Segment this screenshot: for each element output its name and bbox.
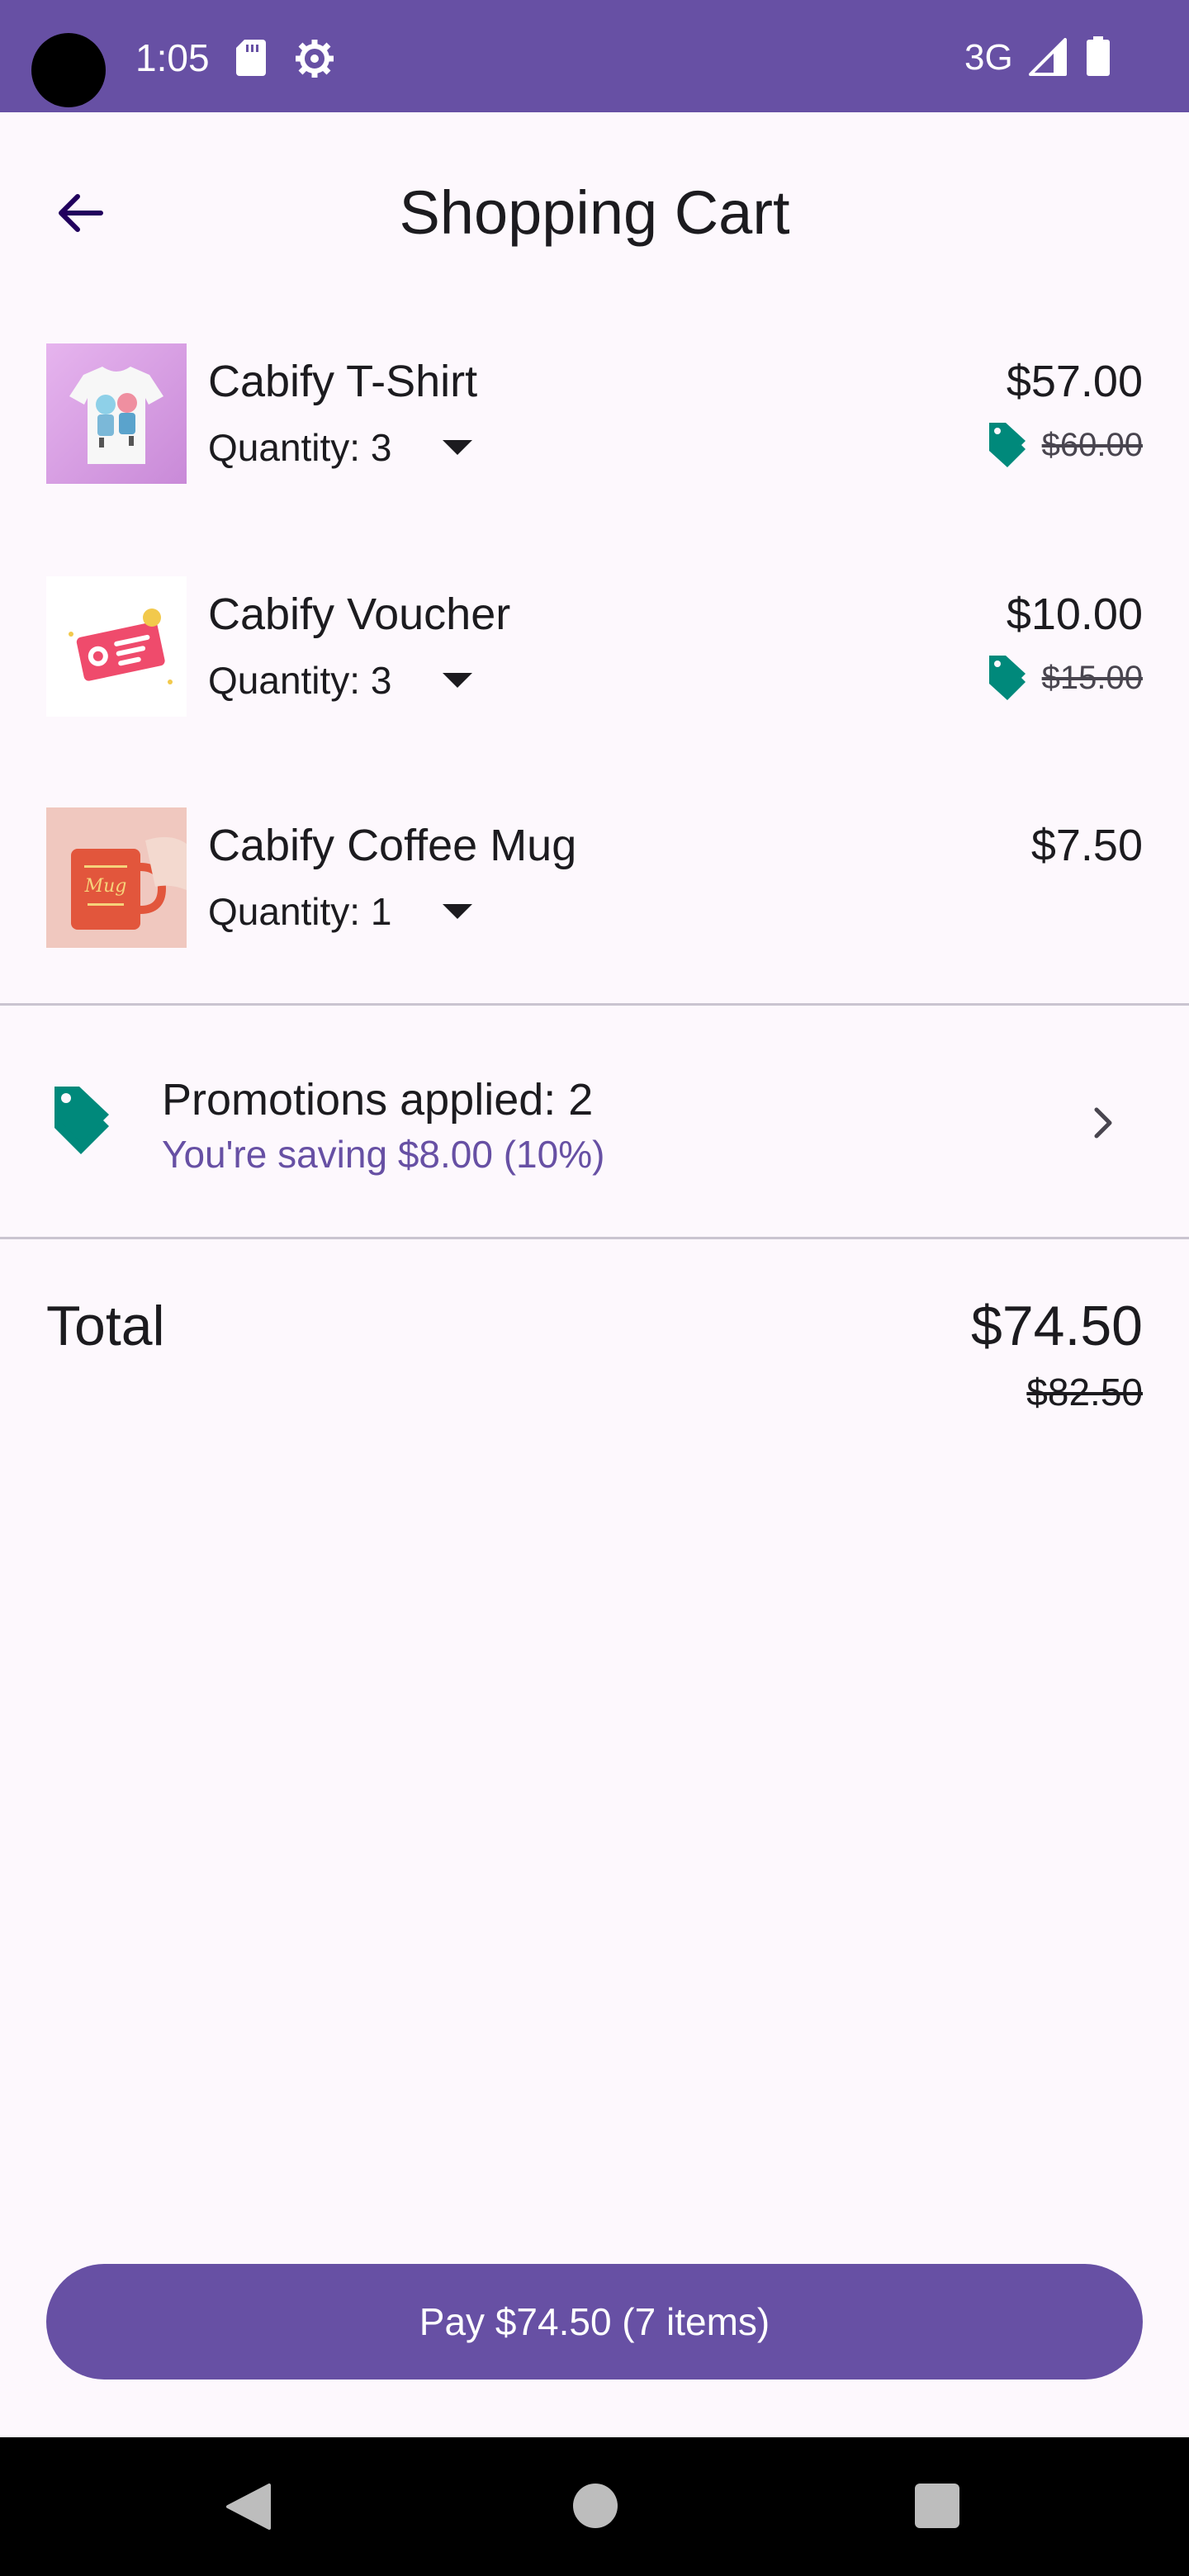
cart-item: Cabify Voucher Quantity: 3 $10.00 $15.00 — [0, 576, 1189, 725]
quantity-dropdown[interactable]: Quantity: 1 — [208, 883, 522, 940]
nav-recents-icon[interactable] — [915, 2484, 959, 2528]
mug-image: Mug — [46, 807, 187, 948]
promotions-savings: You're saving $8.00 (10%) — [162, 1133, 605, 1176]
status-bar: 1:05 3G — [0, 0, 1189, 112]
nav-home-icon[interactable] — [573, 2484, 618, 2528]
total-original-value: $82.50 — [1026, 1371, 1143, 1413]
item-discount: $60.00 — [986, 416, 1143, 474]
network-type: 3G — [964, 37, 1013, 78]
dropdown-arrow-icon — [443, 440, 473, 455]
settings-icon — [296, 40, 334, 78]
signal-icon — [1029, 38, 1067, 76]
tshirt-image — [46, 343, 187, 484]
quantity-label: Quantity: 3 — [208, 659, 392, 702]
page-title: Shopping Cart — [399, 178, 790, 247]
dropdown-arrow-icon — [443, 673, 473, 688]
item-price: $7.50 — [1030, 821, 1143, 870]
back-button[interactable] — [33, 165, 129, 261]
cart-item: Mug Cabify Coffee Mug Quantity: 1 $7.50 — [0, 807, 1189, 956]
system-nav-bar — [0, 2437, 1189, 2576]
item-name: Cabify T-Shirt — [208, 357, 478, 406]
camera-cutout — [31, 33, 106, 107]
status-time: 1:05 — [135, 36, 210, 79]
promotions-title: Promotions applied: 2 — [162, 1075, 594, 1125]
pay-button[interactable]: Pay $74.50 (7 items) — [46, 2264, 1143, 2379]
item-price: $57.00 — [1006, 357, 1143, 406]
svg-text:Mug: Mug — [84, 876, 127, 897]
dropdown-arrow-icon — [443, 904, 473, 919]
divider — [0, 1237, 1189, 1239]
cart-item: Cabify T-Shirt Quantity: 3 $57.00 $60.00 — [0, 343, 1189, 492]
quantity-label: Quantity: 1 — [208, 890, 392, 933]
nav-back-icon[interactable] — [225, 2482, 271, 2531]
tag-icon — [988, 656, 1026, 700]
total-value: $74.50 — [971, 1295, 1143, 1357]
chevron-right-icon — [1094, 1107, 1112, 1139]
item-name: Cabify Coffee Mug — [208, 821, 577, 870]
total-label: Total — [46, 1295, 165, 1357]
voucher-image — [46, 576, 187, 717]
item-price: $10.00 — [1006, 590, 1143, 639]
promotions-row[interactable]: Promotions applied: 2 You're saving $8.0… — [0, 1006, 1189, 1237]
item-name: Cabify Voucher — [208, 590, 511, 639]
sd-card-icon — [236, 40, 266, 76]
item-original-price: $60.00 — [1041, 426, 1143, 463]
item-discount: $15.00 — [986, 649, 1143, 707]
quantity-label: Quantity: 3 — [208, 426, 392, 469]
tag-icon — [988, 423, 1026, 467]
quantity-dropdown[interactable]: Quantity: 3 — [208, 419, 522, 476]
quantity-dropdown[interactable]: Quantity: 3 — [208, 652, 522, 708]
item-original-price: $15.00 — [1041, 659, 1143, 696]
arrow-back-icon — [59, 194, 103, 232]
battery-icon — [1087, 36, 1110, 76]
tag-icon — [54, 1087, 109, 1154]
